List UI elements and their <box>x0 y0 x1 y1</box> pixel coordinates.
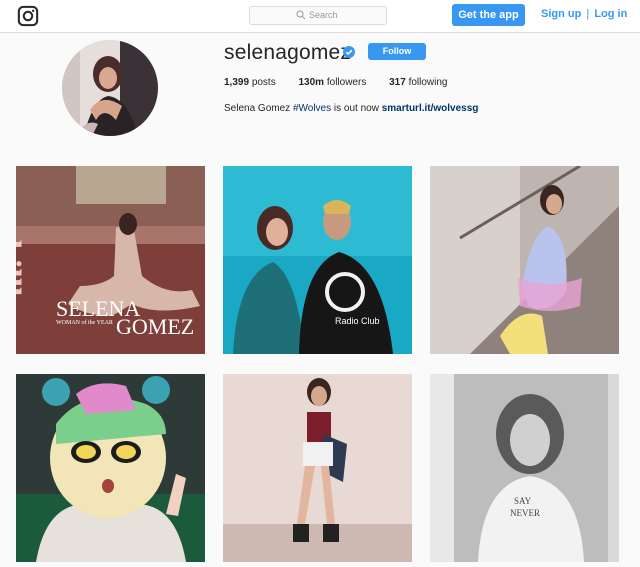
shirt-text: Radio Club <box>335 316 380 326</box>
top-navigation-bar: Search Get the app Sign up | Log in <box>0 0 640 33</box>
sign-up-link[interactable]: Sign up <box>541 8 581 20</box>
posts-label: posts <box>251 77 276 88</box>
post-thumbnail-3[interactable] <box>430 166 619 354</box>
search-input[interactable]: Search <box>249 6 387 25</box>
verified-badge-icon <box>343 46 355 58</box>
profile-stats: 1,399 posts 130m followers 317 following <box>224 77 468 88</box>
billboard-masthead: billboard <box>16 240 27 354</box>
link-separator: | <box>586 8 590 20</box>
cover-small-text: WOMAN of the YEAR <box>56 319 113 326</box>
following-label: following <box>408 77 448 88</box>
bio-link[interactable]: smarturl.it/wolvessg <box>382 103 479 114</box>
cover-name-last: GOMEZ <box>116 314 194 339</box>
instagram-camera-icon[interactable] <box>17 5 39 27</box>
following-count: 317 <box>389 77 406 88</box>
bio-name: Selena Gomez <box>224 103 291 114</box>
followers-stat[interactable]: 130m followers <box>299 77 367 88</box>
followers-label: followers <box>326 77 367 88</box>
post-thumbnail-6[interactable]: SAY NEVER <box>430 374 619 562</box>
profile-username: selenagomez <box>224 41 352 64</box>
follow-button[interactable]: Follow <box>368 43 426 60</box>
post-thumbnail-4[interactable] <box>16 374 205 562</box>
following-stat[interactable]: 317 following <box>389 77 447 88</box>
auth-links: Sign up | Log in <box>541 8 627 20</box>
search-icon <box>296 10 306 20</box>
search-placeholder: Search <box>309 10 338 20</box>
shirt-text-2: NEVER <box>510 508 540 518</box>
post-thumbnail-2[interactable]: Radio Club <box>223 166 412 354</box>
post-thumbnail-5[interactable] <box>223 374 412 562</box>
profile-bio: Selena Gomez #Wolves is out now smarturl… <box>224 103 478 114</box>
posts-stat: 1,399 posts <box>224 77 276 88</box>
shirt-text-1: SAY <box>514 496 532 506</box>
log-in-link[interactable]: Log in <box>594 8 627 20</box>
post-thumbnail-1[interactable]: billboard SELENA WOMAN of the YEAR GOMEZ <box>16 166 205 354</box>
bio-text: is out now <box>333 103 379 114</box>
profile-avatar[interactable] <box>62 40 158 136</box>
followers-count: 130m <box>298 77 325 88</box>
posts-count: 1,399 <box>224 77 250 88</box>
get-the-app-button[interactable]: Get the app <box>452 4 525 26</box>
bio-hashtag[interactable]: #Wolves <box>293 103 331 114</box>
